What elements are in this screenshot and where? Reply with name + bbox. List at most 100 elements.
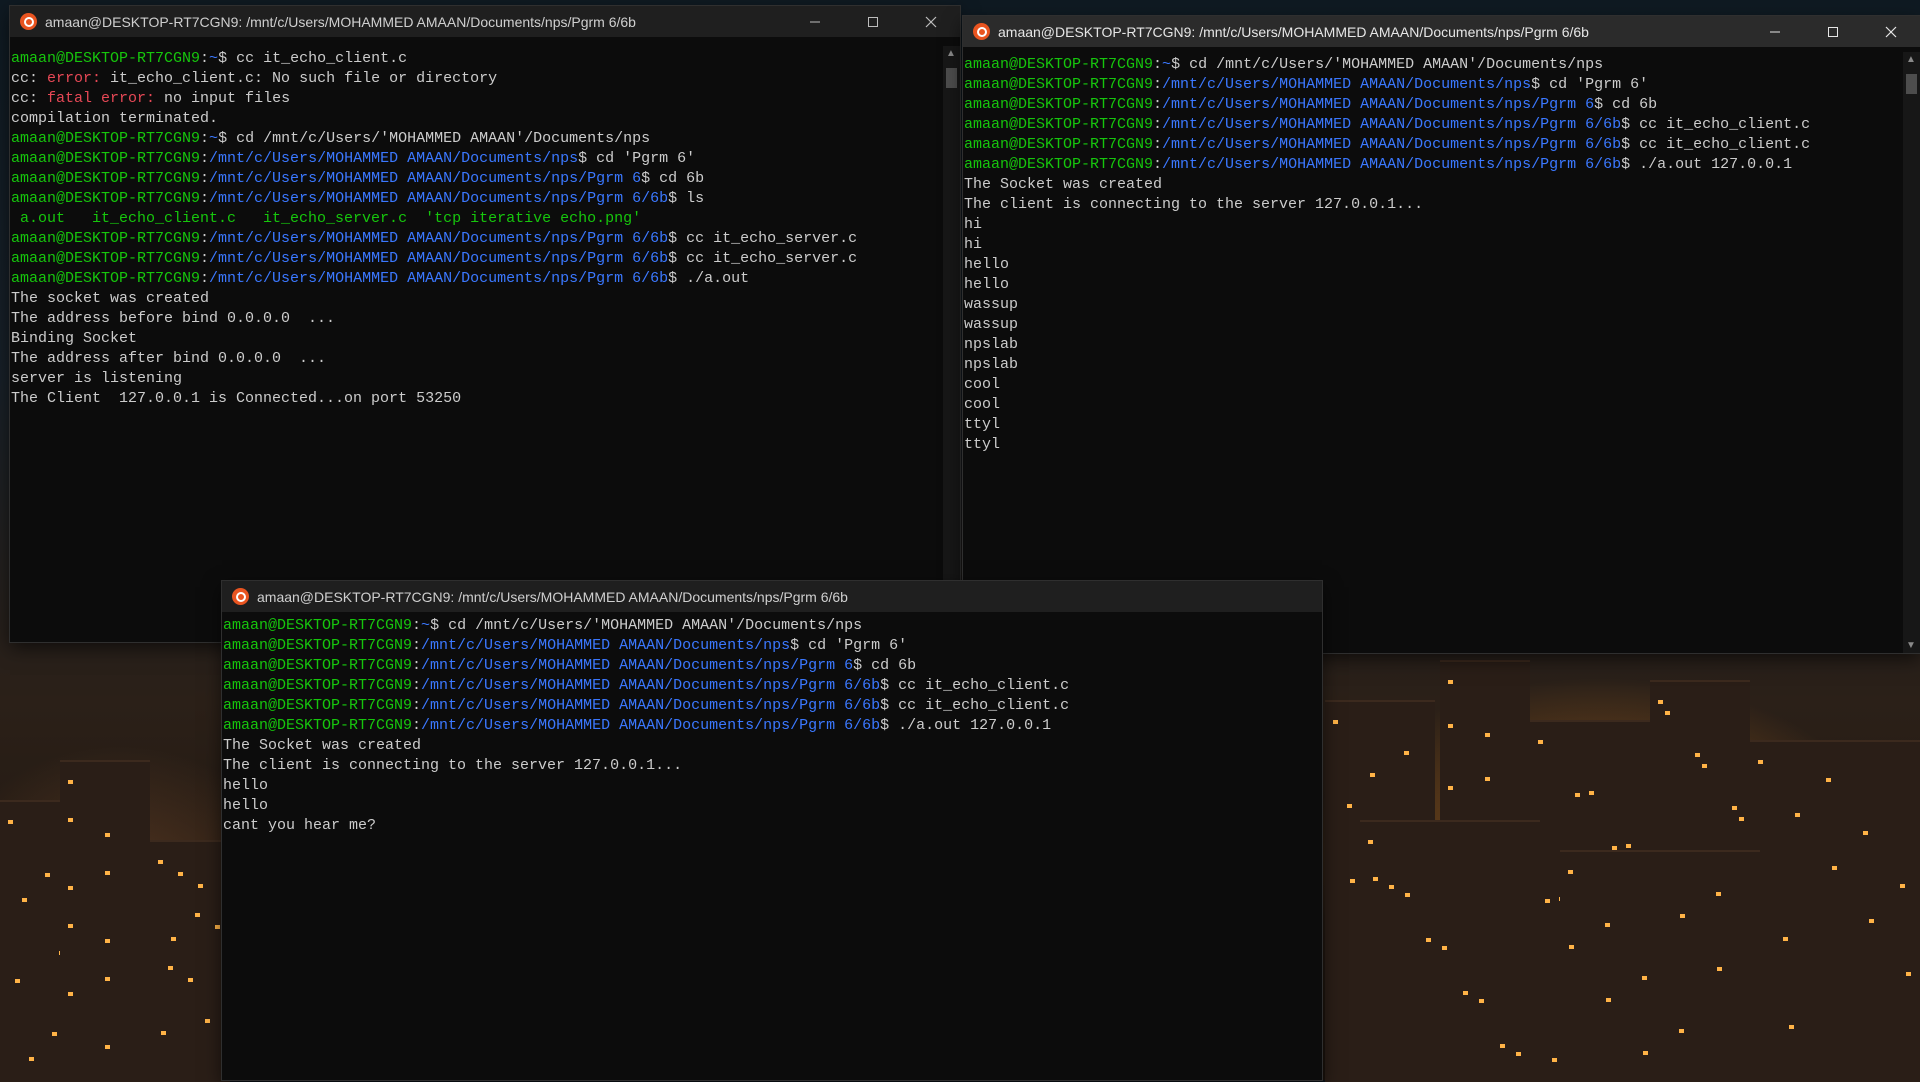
close-button[interactable] bbox=[1862, 16, 1920, 47]
terminal-text: compilation terminated. bbox=[11, 110, 219, 127]
terminal-text: hello bbox=[964, 256, 1010, 273]
terminal-output[interactable]: amaan@DESKTOP-RT7CGN9:~$ cc it_echo_clie… bbox=[10, 46, 941, 639]
building-light bbox=[1448, 724, 1453, 728]
terminal-text: The client is connecting to the server 1… bbox=[223, 757, 683, 774]
terminal-text: amaan@DESKTOP-RT7CGN9 bbox=[964, 76, 1154, 93]
terminal-line: amaan@DESKTOP-RT7CGN9:/mnt/c/Users/MOHAM… bbox=[223, 656, 1318, 676]
terminal-text: /mnt/c/Users/MOHAMMED AMAAN/Documents/np… bbox=[1162, 156, 1622, 173]
maximize-button[interactable] bbox=[844, 6, 902, 37]
terminal-text: : bbox=[200, 230, 210, 247]
terminal-output[interactable]: amaan@DESKTOP-RT7CGN9:~$ cd /mnt/c/Users… bbox=[222, 613, 1318, 1081]
terminal-text: error: bbox=[47, 70, 102, 87]
window-title: amaan@DESKTOP-RT7CGN9: /mnt/c/Users/MOHA… bbox=[257, 588, 848, 605]
building-light bbox=[1758, 760, 1763, 764]
terminal-text: hello bbox=[223, 797, 269, 814]
building-light bbox=[1350, 879, 1355, 883]
terminal-line: The socket was created bbox=[11, 289, 941, 309]
terminal-text: /mnt/c/Users/MOHAMMED AMAAN/Documents/np… bbox=[1162, 136, 1622, 153]
terminal-text: amaan@DESKTOP-RT7CGN9 bbox=[11, 230, 201, 247]
maximize-icon bbox=[1828, 26, 1838, 37]
building-light bbox=[161, 1031, 166, 1035]
terminal-text: $ ./a.out 127.0.0.1 bbox=[880, 717, 1052, 734]
terminal-text: : bbox=[412, 717, 422, 734]
terminal-line: cc: fatal error: no input files bbox=[11, 89, 941, 109]
terminal-line: compilation terminated. bbox=[11, 109, 941, 129]
terminal-line: amaan@DESKTOP-RT7CGN9:/mnt/c/Users/MOHAM… bbox=[11, 149, 941, 169]
terminal-text: hello bbox=[964, 276, 1010, 293]
terminal-line: wassup bbox=[964, 295, 1899, 315]
terminal-line: amaan@DESKTOP-RT7CGN9:/mnt/c/Users/MOHAM… bbox=[11, 169, 941, 189]
terminal-text: $ cc it_echo_server.c bbox=[668, 230, 858, 247]
terminal-text: ttyl bbox=[964, 416, 1001, 433]
terminal-text: The address after bind 0.0.0.0 ... bbox=[11, 350, 327, 367]
terminal-text: cool bbox=[964, 396, 1001, 413]
terminal-text: $ cc it_echo_client.c bbox=[218, 50, 408, 67]
terminal-text: /mnt/c/Users/MOHAMMED AMAAN/Documents/np… bbox=[209, 170, 642, 187]
terminal-text: $ cd 6b bbox=[641, 170, 705, 187]
building-light bbox=[1717, 967, 1722, 971]
terminal-text: Binding Socket bbox=[11, 330, 138, 347]
terminal-text: cc: bbox=[11, 90, 48, 107]
terminal-line: amaan@DESKTOP-RT7CGN9:~$ cd /mnt/c/Users… bbox=[964, 55, 1899, 75]
building-light bbox=[1538, 740, 1543, 744]
terminal-text: no input files bbox=[155, 90, 291, 107]
ubuntu-icon bbox=[973, 23, 990, 40]
titlebar[interactable]: amaan@DESKTOP-RT7CGN9: /mnt/c/Users/MOHA… bbox=[222, 581, 1322, 612]
building-light bbox=[1658, 700, 1663, 704]
building-light bbox=[1679, 1029, 1684, 1033]
terminal-line: The address after bind 0.0.0.0 ... bbox=[11, 349, 941, 369]
terminal-line: hello bbox=[223, 796, 1318, 816]
building-light bbox=[1606, 998, 1611, 1002]
terminal-line: amaan@DESKTOP-RT7CGN9:/mnt/c/Users/MOHAM… bbox=[964, 115, 1899, 135]
terminal-text: ~ bbox=[209, 130, 219, 147]
terminal-text: /mnt/c/Users/MOHAMMED AMAAN/Documents/np… bbox=[1162, 116, 1622, 133]
terminal-text: ~ bbox=[421, 617, 431, 634]
minimize-button[interactable] bbox=[786, 6, 844, 37]
terminal-line: amaan@DESKTOP-RT7CGN9:/mnt/c/Users/MOHAM… bbox=[964, 135, 1899, 155]
terminal-line: amaan@DESKTOP-RT7CGN9:/mnt/c/Users/MOHAM… bbox=[11, 189, 941, 209]
building-light bbox=[178, 872, 183, 876]
scroll-up-arrow-icon[interactable]: ▲ bbox=[946, 48, 956, 59]
terminal-line: The Socket was created bbox=[223, 736, 1318, 756]
terminal-line: The client is connecting to the server 1… bbox=[964, 195, 1899, 215]
scroll-up-arrow-icon[interactable]: ▲ bbox=[1906, 54, 1916, 65]
terminal-text: cant you hear me? bbox=[223, 817, 377, 834]
terminal-text: cool bbox=[964, 376, 1001, 393]
terminal-line: amaan@DESKTOP-RT7CGN9:/mnt/c/Users/MOHAM… bbox=[223, 696, 1318, 716]
scroll-thumb[interactable] bbox=[1906, 74, 1917, 94]
terminal-text: : bbox=[1153, 136, 1163, 153]
terminal-text: : bbox=[200, 270, 210, 287]
terminal-text: $ ./a.out 127.0.0.1 bbox=[1621, 156, 1793, 173]
minimize-icon bbox=[810, 21, 820, 22]
terminal-line: server is listening bbox=[11, 369, 941, 389]
terminal-text: : bbox=[1153, 76, 1163, 93]
close-button[interactable] bbox=[902, 6, 960, 37]
terminal-window-server[interactable]: amaan@DESKTOP-RT7CGN9: /mnt/c/Users/MOHA… bbox=[10, 6, 960, 642]
building bbox=[1560, 850, 1760, 1082]
terminal-text: /mnt/c/Users/MOHAMMED AMAAN/Documents/np… bbox=[421, 677, 881, 694]
scroll-thumb[interactable] bbox=[946, 68, 957, 88]
terminal-window-client-1[interactable]: amaan@DESKTOP-RT7CGN9: /mnt/c/Users/MOHA… bbox=[963, 16, 1920, 653]
terminal-text: The Socket was created bbox=[223, 737, 422, 754]
minimize-button[interactable] bbox=[1746, 16, 1804, 47]
building-light bbox=[1516, 1052, 1521, 1056]
terminal-text: : bbox=[1153, 156, 1163, 173]
scrollbar[interactable]: ▲ ▼ bbox=[1903, 52, 1920, 653]
terminal-text: ~ bbox=[209, 50, 219, 67]
titlebar[interactable]: amaan@DESKTOP-RT7CGN9: /mnt/c/Users/MOHA… bbox=[963, 16, 1920, 47]
titlebar[interactable]: amaan@DESKTOP-RT7CGN9: /mnt/c/Users/MOHA… bbox=[10, 6, 960, 37]
terminal-line: The Client 127.0.0.1 is Connected...on p… bbox=[11, 389, 941, 409]
building-light bbox=[1605, 923, 1610, 927]
scrollbar[interactable]: ▲ bbox=[943, 46, 960, 642]
building-light bbox=[52, 1032, 57, 1036]
scroll-down-arrow-icon[interactable]: ▼ bbox=[1906, 640, 1916, 651]
building-light bbox=[205, 1019, 210, 1023]
terminal-output[interactable]: amaan@DESKTOP-RT7CGN9:~$ cd /mnt/c/Users… bbox=[963, 52, 1899, 653]
terminal-window-client-2[interactable]: amaan@DESKTOP-RT7CGN9: /mnt/c/Users/MOHA… bbox=[222, 581, 1322, 1080]
terminal-text: : bbox=[1153, 56, 1163, 73]
building-light bbox=[188, 978, 193, 982]
terminal-text: : bbox=[412, 697, 422, 714]
terminal-line: cc: error: it_echo_client.c: No such fil… bbox=[11, 69, 941, 89]
maximize-button[interactable] bbox=[1804, 16, 1862, 47]
building-light bbox=[1368, 840, 1373, 844]
